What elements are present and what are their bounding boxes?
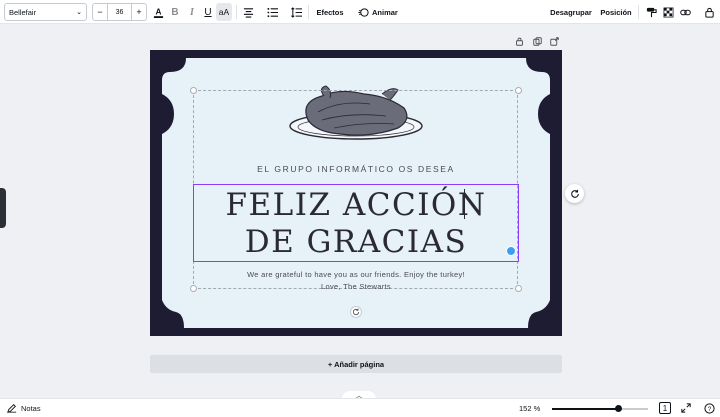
bulleted-list-icon bbox=[266, 7, 278, 17]
add-page-button[interactable]: + Añadir página bbox=[150, 355, 562, 373]
toolbar-divider bbox=[236, 5, 237, 19]
title-text-box[interactable]: FELIZ ACCIÓN DE GRACIAS bbox=[193, 184, 519, 262]
rotate-handle[interactable] bbox=[350, 306, 362, 318]
text-cursor bbox=[464, 189, 465, 219]
regenerate-button[interactable] bbox=[565, 184, 584, 203]
spacing-button[interactable] bbox=[288, 3, 304, 21]
message-line-1[interactable]: We are grateful to have you as our frien… bbox=[210, 270, 502, 279]
lock-page-icon[interactable] bbox=[515, 37, 524, 46]
side-panel-toggle[interactable] bbox=[0, 188, 6, 228]
page-count-button[interactable]: 1 bbox=[659, 402, 671, 414]
line-spacing-icon bbox=[290, 6, 302, 18]
svg-text:?: ? bbox=[707, 405, 711, 412]
notes-button[interactable]: Notas bbox=[7, 403, 41, 413]
link-button[interactable] bbox=[678, 3, 692, 21]
rotate-icon bbox=[352, 308, 360, 316]
letter-case-button[interactable]: aA bbox=[216, 3, 232, 21]
position-button[interactable]: Posición bbox=[598, 3, 634, 21]
svg-text:A: A bbox=[155, 7, 161, 16]
font-size-stepper[interactable]: − 36 + bbox=[92, 3, 147, 21]
title-line-1: FELIZ ACCIÓN bbox=[225, 187, 487, 223]
transparency-button[interactable] bbox=[661, 3, 675, 21]
font-family-value: Bellefair bbox=[9, 7, 37, 17]
page-count: 1 bbox=[662, 403, 668, 413]
effects-button[interactable]: Efectos bbox=[314, 3, 346, 21]
increase-font-size-button[interactable]: + bbox=[132, 4, 146, 20]
resize-handle-bottom-left[interactable] bbox=[190, 285, 197, 292]
copy-style-button[interactable] bbox=[644, 3, 658, 21]
toolbar-divider bbox=[638, 5, 639, 19]
status-bar: Notas 152 % 1 ? bbox=[0, 398, 720, 417]
fullscreen-button[interactable] bbox=[680, 402, 692, 414]
expand-icon bbox=[681, 403, 691, 413]
text-align-button[interactable] bbox=[240, 3, 256, 21]
zoom-value[interactable]: 152 % bbox=[519, 404, 540, 413]
editor-toolbar: Bellefair ⌄ − 36 + A B I U aA Efectos An… bbox=[0, 0, 720, 24]
toolbar-divider bbox=[308, 5, 309, 19]
animate-icon bbox=[358, 7, 369, 17]
design-page[interactable]: EL GRUPO INFORMÁTICO OS DESEA FELIZ ACCI… bbox=[150, 50, 562, 336]
transparency-icon bbox=[663, 7, 673, 17]
notes-icon bbox=[7, 404, 17, 413]
underline-button[interactable]: U bbox=[200, 3, 216, 21]
ungroup-button[interactable]: Desagrupar bbox=[548, 3, 594, 21]
decrease-font-size-button[interactable]: − bbox=[93, 4, 107, 20]
duplicate-page-icon[interactable] bbox=[533, 37, 542, 46]
message-line-2[interactable]: Love, The Stewarts bbox=[210, 282, 502, 291]
bold-button[interactable]: B bbox=[167, 3, 183, 21]
zoom-slider[interactable] bbox=[552, 405, 648, 412]
notes-label: Notas bbox=[21, 403, 41, 413]
align-center-icon bbox=[243, 7, 253, 18]
help-icon: ? bbox=[703, 402, 715, 414]
list-button[interactable] bbox=[264, 3, 280, 21]
animate-button[interactable]: Animar bbox=[358, 3, 398, 21]
resize-handle-top-right[interactable] bbox=[515, 87, 522, 94]
zoom-slider-knob[interactable] bbox=[614, 405, 622, 412]
title-line-2: DE GRACIAS bbox=[244, 224, 468, 260]
italic-button[interactable]: I bbox=[184, 3, 200, 21]
check-badge-icon bbox=[506, 246, 516, 256]
zoom-slider-fill bbox=[552, 408, 619, 410]
card-subtitle[interactable]: EL GRUPO INFORMÁTICO OS DESEA bbox=[210, 164, 502, 174]
lock-button[interactable] bbox=[702, 3, 716, 21]
text-color-button[interactable]: A bbox=[150, 3, 166, 21]
resize-handle-bottom-right[interactable] bbox=[515, 285, 522, 292]
chevron-down-icon: ⌄ bbox=[76, 9, 82, 16]
font-family-select[interactable]: Bellefair ⌄ bbox=[4, 3, 87, 21]
font-size-input[interactable]: 36 bbox=[107, 4, 132, 20]
text-color-icon: A bbox=[153, 7, 163, 18]
refresh-icon bbox=[570, 189, 579, 198]
paint-format-icon bbox=[646, 7, 657, 17]
card-title[interactable]: FELIZ ACCIÓN DE GRACIAS bbox=[194, 187, 518, 261]
resize-handle-top-left[interactable] bbox=[190, 87, 197, 94]
link-icon bbox=[679, 9, 691, 15]
lock-icon bbox=[704, 7, 714, 18]
help-button[interactable]: ? bbox=[703, 402, 715, 414]
add-page-icon[interactable] bbox=[550, 37, 559, 46]
animate-label: Animar bbox=[372, 7, 398, 17]
